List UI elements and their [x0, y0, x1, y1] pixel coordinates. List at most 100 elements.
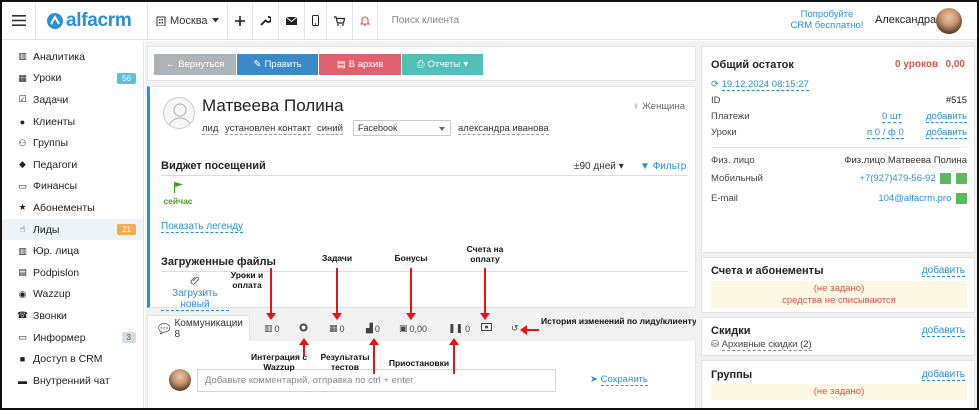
sidebar-item-label: Клиенты [33, 115, 76, 128]
sidebar-item-13[interactable]: ☎ Звонки [2, 305, 143, 327]
sidebar-item-5[interactable]: ⚇ Группы [2, 132, 143, 154]
back-button[interactable]: ← Вернуться [154, 54, 236, 75]
sidebar-item-6[interactable]: ◆ Педагоги [2, 154, 143, 176]
sidebar-item-8[interactable]: ★ Абонементы [2, 197, 143, 219]
sidebar-item-3[interactable]: ☑ Задачи [2, 89, 143, 111]
add-group-link[interactable]: добавить [921, 369, 965, 381]
sidebar-item-label: Юр. лица [33, 245, 80, 258]
notifications-button[interactable] [353, 2, 378, 40]
city-selector[interactable]: Москва [148, 2, 228, 40]
tab-pauses[interactable]: ❚❚ 0 [448, 323, 470, 334]
sidebar-item-label: Абонементы [33, 201, 95, 214]
chat-icon: ◉ [18, 288, 27, 299]
source-select[interactable]: Facebook [353, 120, 451, 136]
mail-button[interactable] [279, 2, 305, 40]
upload-file-button[interactable]: Загрузить новый [161, 275, 229, 311]
visit-now-marker[interactable]: сейчас [162, 181, 194, 213]
tag-lead[interactable]: лид [202, 123, 219, 135]
email-value: 104@alfacrm.pro [878, 193, 967, 204]
lead-manager[interactable]: александра иванова [458, 123, 549, 135]
visits-range-select[interactable]: ±90 дней ▾ [574, 161, 624, 172]
sidebar-badge: 56 [117, 72, 136, 84]
add-lesson-link[interactable]: добавить [926, 127, 967, 139]
book-icon: ▥ [264, 323, 273, 333]
menu-toggle-button[interactable] [2, 2, 36, 40]
annotation-invoices: Счета на оплату [466, 244, 504, 264]
annotation-history: История изменений по лиду/клиенту [541, 316, 697, 326]
show-legend-link[interactable]: Показать легенду [161, 221, 244, 233]
sidebar-item-1[interactable]: ▥ Аналитика [2, 46, 143, 68]
tab-communications[interactable]: 💬 Коммуникации 8 [147, 315, 250, 342]
add-button[interactable] [228, 2, 253, 40]
payments-label: Платежи [711, 111, 750, 122]
tab-wazzup[interactable] [299, 323, 308, 332]
add-subscription-link[interactable]: добавить [921, 265, 965, 277]
tools-button[interactable] [253, 2, 279, 40]
reports-button[interactable]: ⎙ Отчеты ▾ [402, 54, 483, 75]
tab-invoices[interactable] [481, 323, 492, 331]
tag-status[interactable]: установлен контакт [225, 123, 311, 135]
envelope-icon[interactable] [956, 193, 967, 204]
phone-icon[interactable] [956, 173, 967, 184]
user-name[interactable]: Александра [875, 14, 936, 26]
sidebar-badge: 21 [117, 223, 136, 235]
lead-avatar[interactable] [163, 97, 195, 129]
add-discount-link[interactable]: добавить [921, 325, 965, 337]
sidebar: ▥ Аналитика ▦ Уроки 56 ☑ Задачи ● Клиенты ⚇ Группы… [2, 41, 144, 408]
sidebar-item-7[interactable]: ▭ Финансы [2, 176, 143, 198]
add-payment-link[interactable]: добавить [926, 111, 967, 123]
archived-discounts-label: Архивные скидки (2) [721, 339, 812, 351]
tab-communications-label: Коммуникации 8 [174, 318, 243, 340]
updated-at[interactable]: ⟳ 19.12.2024 08:15:27 [711, 79, 809, 91]
sidebar-item-label: Педагоги [33, 158, 78, 171]
email-row: E-mail 104@alfacrm.pro [711, 193, 967, 204]
free-trial-link[interactable]: Попробуйте CRM бесплатно! [782, 9, 872, 31]
comment-input[interactable]: Добавьте комментарий, отправка по ctrl +… [197, 369, 556, 392]
groups-panel: Группы добавить (не задано) [701, 360, 975, 408]
tag-color[interactable]: синий [317, 123, 343, 135]
tab-test-results[interactable]: ▟ 0 [366, 323, 380, 334]
document-icon: ▤ [18, 267, 27, 278]
sidebar-item-11[interactable]: ▤ Podpislon [2, 262, 143, 284]
lessons-value[interactable]: п 0 / ф 0 [867, 127, 904, 139]
user-icon: ● [19, 116, 26, 127]
sidebar-item-2[interactable]: ▦ Уроки 56 [2, 68, 143, 90]
tab-history[interactable]: ↺ [511, 323, 519, 334]
user-avatar[interactable] [936, 8, 962, 34]
promo-line-1: Попробуйте [800, 9, 854, 20]
edit-button[interactable]: ✎ Править [237, 54, 318, 75]
message-icon[interactable] [940, 173, 952, 184]
action-bar: ← Вернуться ✎ Править ▤ В архив ⎙ Отчеты… [147, 46, 696, 81]
tab-tasks[interactable]: ▦ 0 [329, 323, 345, 334]
sidebar-item-15[interactable]: ■ Доступ в CRM [2, 348, 143, 370]
save-comment-button[interactable]: ➤ Сохранить [590, 374, 648, 386]
person-row: Физ. лицо Физ.лицо Матвеева Полина [711, 155, 967, 166]
archive-label: В архив [348, 59, 384, 70]
lessons-label: Уроки [711, 127, 737, 138]
building-icon [156, 16, 166, 26]
sidebar-item-9[interactable]: ☝ Лиды 21 [2, 218, 143, 241]
email-address: 104@alfacrm.pro [878, 193, 952, 205]
sidebar-item-10[interactable]: ▥ Юр. лица [2, 240, 143, 262]
sidebar-item-4[interactable]: ● Клиенты [2, 111, 143, 133]
mobile-button[interactable] [305, 2, 327, 40]
archived-discounts-link[interactable]: ⛁ Архивные скидки (2) [711, 339, 812, 351]
tab-bonuses[interactable]: ▣ 0,00 [399, 323, 427, 334]
balance-panel: Общий остаток 0 уроков 0,00 ⟳ 19.12.2024… [701, 46, 975, 253]
archive-button[interactable]: ▤ В архив [319, 54, 401, 75]
gender-label: Женщина [642, 101, 685, 112]
sidebar-item-12[interactable]: ◉ Wazzup [2, 284, 143, 306]
sidebar-item-16[interactable]: ▬ Внутренний чат [2, 370, 143, 392]
id-value: #515 [945, 95, 967, 106]
caret-down-icon: ▾ [618, 161, 624, 172]
client-search-input[interactable]: Поиск клиента [378, 15, 460, 26]
cart-button[interactable] [327, 2, 353, 40]
logo[interactable]: alfacrm [36, 2, 148, 40]
sidebar-item-14[interactable]: ▭ Информер 3 [2, 327, 143, 349]
visits-filter-button[interactable]: ▼ Фильтр [640, 161, 686, 172]
pause-icon: ❚❚ [448, 323, 464, 333]
caret-down-icon [211, 18, 219, 23]
tab-lessons-payments[interactable]: ▥ 0 [264, 323, 280, 334]
payments-count[interactable]: 0 шт [882, 111, 902, 123]
money-icon: ▭ [18, 180, 27, 191]
